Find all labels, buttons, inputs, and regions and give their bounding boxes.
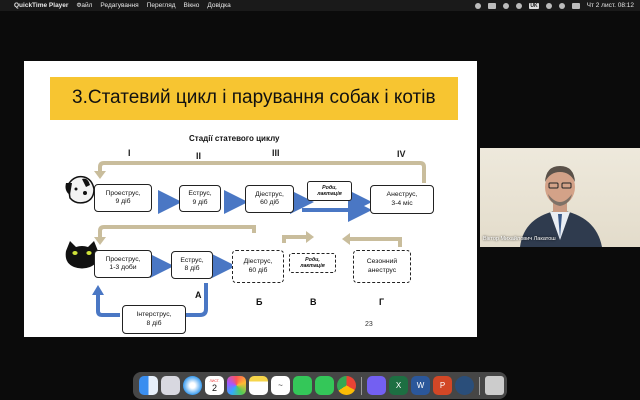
powerpoint-icon[interactable]: P	[433, 376, 452, 395]
finder-icon[interactable]	[139, 376, 158, 395]
menu-bar: QuickTime Player Файл Редагування Перегл…	[0, 0, 640, 11]
dog-proestrus-duration: 9 діб	[115, 198, 131, 205]
cat-anestrus-label: анеструс	[367, 266, 397, 274]
trash-icon[interactable]	[485, 376, 504, 395]
video-stage: 3.Статевий цикл і парування собак і коті…	[0, 11, 640, 371]
menu-edit[interactable]: Редагування	[100, 2, 138, 9]
battery-icon[interactable]	[488, 2, 497, 9]
cat-interestrus-box: Інтерструс, 8 діб	[122, 305, 186, 334]
dog-lactation-label: лактація	[317, 191, 342, 197]
facetime-icon[interactable]	[293, 376, 312, 395]
dog-icon	[65, 175, 95, 204]
letter-v: В	[310, 297, 317, 307]
cat-proestrus-duration: 1-3 доби	[109, 264, 137, 271]
chrome-icon[interactable]	[337, 376, 356, 395]
cat-diestrus-label: Діеструс,	[243, 258, 273, 265]
dog-anestrus-duration: 3-4 міс	[391, 199, 413, 207]
cat-diestrus-box: Діеструс, 60 діб	[232, 250, 284, 283]
menu-file[interactable]: Файл	[76, 2, 92, 9]
word-icon[interactable]: W	[411, 376, 430, 395]
search-icon[interactable]	[558, 2, 565, 9]
cat-estrus-box: Еструс, 8 діб	[171, 251, 213, 279]
letter-b: Б	[256, 297, 263, 307]
calendar-icon[interactable]: ЛИСТ. 2	[205, 376, 224, 395]
launchpad-icon[interactable]	[161, 376, 180, 395]
clock[interactable]: Чт 2 лист. 08:12	[587, 2, 634, 9]
control-center-icon[interactable]	[571, 2, 580, 9]
dock-separator	[479, 376, 480, 395]
wifi-icon[interactable]	[545, 2, 552, 9]
cat-seasonal-label: Сезонний	[366, 258, 398, 265]
dog-anestrus-box: Анеструс, 3-4 міс	[370, 185, 434, 214]
dog-estrus-box: Еструс, 9 діб	[179, 185, 221, 212]
dog-estrus-label: Еструс,	[188, 190, 212, 197]
menu-window[interactable]: Вікно	[184, 2, 200, 9]
cat-births-box: Роди, лактація	[289, 253, 336, 273]
playback-icon[interactable]	[503, 2, 510, 9]
dock-separator	[361, 376, 362, 395]
cat-interestrus-duration: 8 діб	[146, 319, 162, 327]
cat-estrus-duration: 8 діб	[184, 265, 200, 272]
app-name-menu[interactable]: QuickTime Player	[14, 2, 68, 9]
cat-lactation-label: лактація	[300, 263, 325, 269]
cat-proestrus-label: Проеструс,	[105, 255, 141, 263]
cat-seasonal-anestrus-box: Сезонний анеструс	[353, 250, 411, 283]
photos-icon[interactable]	[227, 376, 246, 395]
bluetooth-icon[interactable]	[516, 2, 523, 9]
dog-births-box: Роди, лактація	[307, 181, 352, 201]
dog-diestrus-duration: 60 діб	[260, 199, 279, 206]
dog-diestrus-box: Діеструс, 60 діб	[245, 185, 294, 213]
quicktime-icon[interactable]	[455, 376, 474, 395]
dog-diestrus-label: Діеструс,	[255, 190, 284, 198]
participant-video[interactable]: Віктор Михайлович Лакатош	[480, 148, 640, 247]
cat-diestrus-duration: 60 діб	[248, 266, 268, 274]
participant-name: Віктор Михайлович Лакатош	[483, 236, 556, 242]
letter-g: Г	[379, 297, 385, 307]
presentation-slide: 3.Статевий цикл і парування собак і коті…	[24, 61, 477, 337]
safari-icon[interactable]	[183, 376, 202, 395]
cat-proestrus-box: Проеструс, 1-3 доби	[94, 250, 152, 278]
input-source-icon[interactable]: UK	[529, 2, 539, 9]
viber-icon[interactable]	[367, 376, 386, 395]
menu-view[interactable]: Перегляд	[147, 2, 176, 9]
dog-anestrus-label: Анеструс,	[386, 191, 418, 198]
notes-icon[interactable]	[249, 376, 268, 395]
cat-estrus-label: Еструс,	[180, 256, 204, 264]
dog-estrus-duration: 9 діб	[192, 198, 208, 206]
slide-page-number: 23	[365, 321, 373, 328]
excel-icon[interactable]: X	[389, 376, 408, 395]
menu-help[interactable]: Довідка	[207, 2, 230, 9]
calendar-day: 2	[211, 382, 217, 393]
dog-proestrus-label: Проеструс,	[105, 189, 141, 197]
letter-a: А	[195, 290, 202, 300]
status-icon[interactable]	[475, 2, 482, 9]
freeform-icon[interactable]: ~	[271, 376, 290, 395]
dog-proestrus-box: Проеструс, 9 діб	[94, 184, 152, 212]
messages-icon[interactable]	[315, 376, 334, 395]
dock: ЛИСТ. 2 ~ X W P	[133, 372, 507, 399]
cat-interestrus-label: Інтерструс,	[136, 311, 172, 318]
